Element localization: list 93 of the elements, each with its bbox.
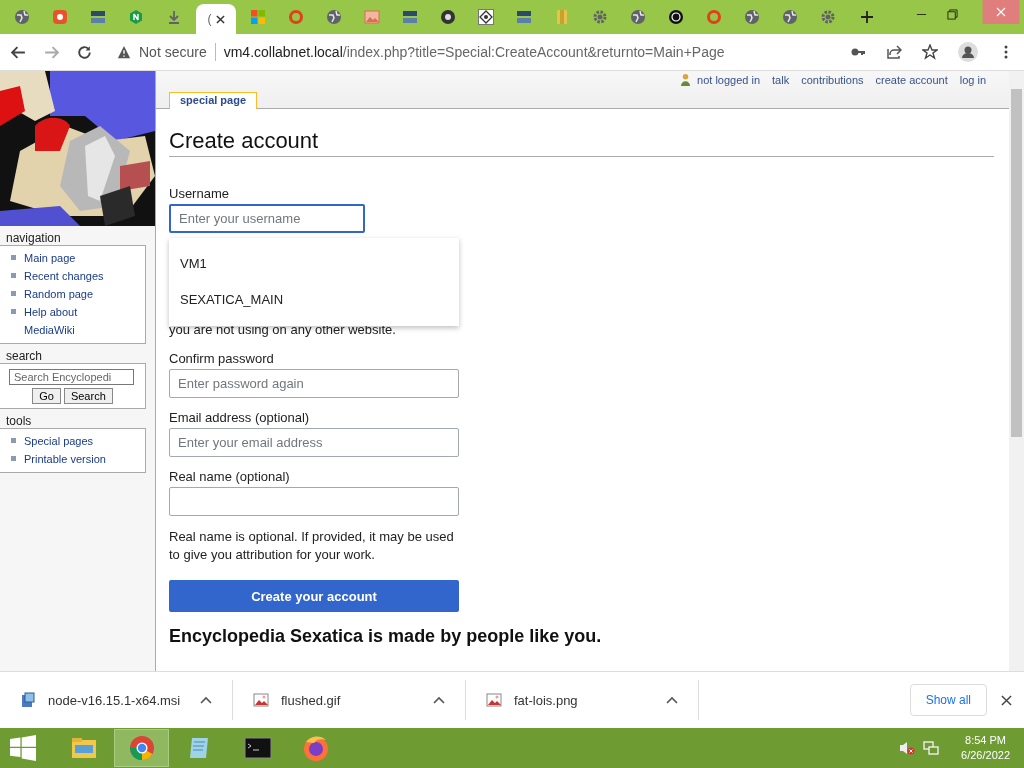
sidebar-link[interactable]: Recent changes [24, 267, 124, 285]
file-name: flushed.gif [281, 692, 342, 708]
portlet-title: search [5, 348, 44, 362]
search-button[interactable]: Go [32, 388, 61, 404]
installer-icon [20, 692, 36, 708]
portlet-title: navigation [5, 230, 62, 244]
caret-icon[interactable] [666, 696, 678, 704]
sidebar-link[interactable]: Random page [24, 285, 124, 303]
file-name: node-v16.15.1-x64.msi [48, 692, 182, 708]
caret-icon[interactable] [200, 696, 212, 704]
download-item[interactable]: node-v16.15.1-x64.msi [0, 680, 233, 720]
clock-time: 8:54 PM [965, 733, 1006, 748]
personal-link[interactable]: log in [959, 73, 986, 86]
page-heading: Create account [169, 128, 994, 157]
chrome-icon [440, 9, 456, 25]
section-heading: Encyclopedia Sexatica is made by people like you. [169, 626, 603, 647]
sidebar-link[interactable]: Help about MediaWiki [24, 303, 124, 339]
suggestion-item[interactable]: SEXATICA_MAIN [169, 282, 459, 318]
search-button[interactable]: Search [63, 388, 113, 404]
portlet-title: tools [5, 413, 33, 427]
sidebar-link[interactable]: Special pages [24, 432, 124, 450]
sidebar-link[interactable]: Printable version [24, 450, 124, 468]
image-icon [364, 9, 380, 25]
ring-icon [706, 9, 722, 25]
download-item[interactable]: flushed.gif [233, 680, 466, 720]
field-label: Email address (optional) [169, 410, 311, 425]
show-all-button[interactable]: Show all [909, 684, 987, 716]
windows-icon [250, 9, 266, 25]
hexagon-icon [128, 9, 144, 25]
input-field[interactable]: Enter your email address [169, 428, 459, 457]
emblem-icon [668, 9, 684, 25]
globe-icon [630, 9, 646, 25]
close-icon[interactable] [215, 14, 225, 24]
scrollbar[interactable] [1009, 71, 1024, 671]
user-icon [680, 73, 692, 86]
globe-icon [326, 9, 342, 25]
browser-tab[interactable]: ( [196, 4, 236, 34]
diamond-icon [478, 9, 494, 25]
firefox-icon [301, 734, 330, 762]
bullet-icon [11, 255, 16, 260]
network-icon[interactable] [923, 740, 940, 756]
url-text: vm4.collabnet.local/index.php?title=Special:CreateAccount&returnto=Main+Page [223, 44, 725, 60]
close-icon[interactable] [1001, 694, 1012, 706]
star-icon[interactable] [922, 44, 938, 60]
warning-icon [117, 45, 131, 59]
bullet-icon [11, 291, 16, 296]
suggestion-item[interactable]: VM1 [169, 246, 459, 282]
ring-icon [288, 9, 304, 25]
restore-icon[interactable] [947, 9, 958, 20]
caret-icon[interactable] [433, 696, 445, 704]
terminal-icon [243, 734, 272, 762]
personal-link[interactable]: talk [772, 73, 790, 86]
search-field[interactable]: Search Encyclopedi [9, 369, 134, 385]
new-tab-icon[interactable] [860, 10, 874, 24]
address-field[interactable]: Not secure vm4.collabnet.local/index.php?title=Special:CreateAccount&returnto=Main+Page [109, 38, 830, 66]
chrome-icon [127, 734, 156, 762]
share-icon[interactable] [886, 44, 902, 60]
field-label: Confirm password [169, 351, 275, 366]
muted-speaker-icon[interactable] [899, 740, 916, 756]
input-field[interactable] [169, 487, 459, 516]
image-icon [486, 692, 502, 708]
gear-icon [820, 9, 836, 25]
globe-icon [14, 9, 30, 25]
tab-title: ( [207, 12, 212, 26]
clock-date: 6/26/2022 [961, 748, 1010, 763]
bullet-icon [11, 309, 16, 314]
bullet-icon [11, 273, 16, 278]
sidebar-link[interactable]: Main page [24, 249, 124, 267]
username-field[interactable]: Enter your username [169, 204, 365, 233]
field-label: Username [169, 186, 230, 201]
file-name: fat-lois.png [514, 692, 579, 708]
page-tab[interactable]: special page [169, 92, 258, 109]
input-field[interactable]: Enter password again [169, 369, 459, 398]
help-text: Real name is optional. If provided, it may be used to give you attribution for your work. [169, 528, 455, 564]
create-account-button[interactable]: Create your account [169, 580, 459, 612]
image-icon [253, 692, 269, 708]
download-item[interactable]: fat-lois.png [466, 680, 699, 720]
security-label: Not secure [139, 44, 207, 60]
bullet-icon [11, 456, 16, 461]
app-icon [52, 9, 68, 25]
globe-icon [782, 9, 798, 25]
windows-icon[interactable] [10, 735, 36, 761]
personal-link[interactable]: not logged in [697, 73, 761, 86]
profile-icon[interactable] [958, 42, 978, 62]
personal-link[interactable]: create account [875, 73, 948, 86]
download-icon [166, 9, 182, 25]
bullet-icon [11, 438, 16, 443]
field-label: Real name (optional) [169, 469, 291, 484]
reload-icon[interactable] [76, 43, 93, 61]
gear-icon [592, 9, 608, 25]
help-text: you are not using on any other website. [169, 321, 397, 339]
globe-icon [744, 9, 760, 25]
personal-link[interactable]: contributions [801, 73, 864, 86]
